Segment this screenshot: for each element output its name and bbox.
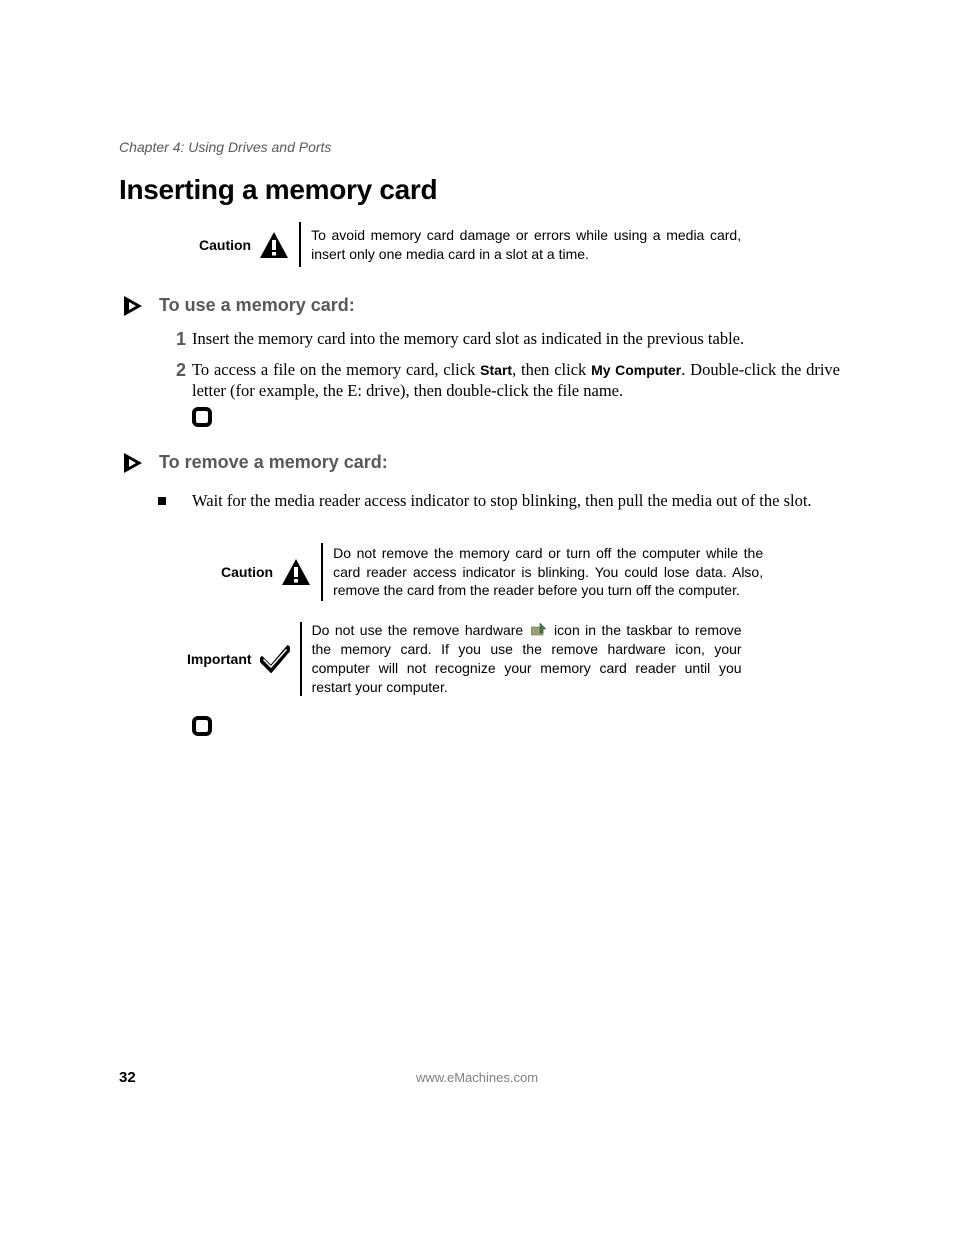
bold-start: Start xyxy=(480,362,512,378)
chapter-header: Chapter 4: Using Drives and Ports xyxy=(119,139,331,155)
bulleted-item-text: Wait for the media reader access indicat… xyxy=(192,490,840,511)
step-number: 2 xyxy=(160,361,186,379)
footer-url: www.eMachines.com xyxy=(0,1070,954,1085)
important-callout: Important Do not use the remove hardware… xyxy=(187,621,742,697)
end-of-procedure-icon xyxy=(191,406,213,433)
step-1: 1 Insert the memory card into the memory… xyxy=(160,328,840,349)
important-checkmark-icon xyxy=(260,645,290,673)
important-text-pre: Do not use the remove hardware xyxy=(312,622,529,638)
caution-text: To avoid memory card damage or errors wh… xyxy=(311,226,741,264)
step-number: 1 xyxy=(160,330,186,348)
arrow-bullet-icon xyxy=(120,294,144,323)
document-page: Chapter 4: Using Drives and Ports Insert… xyxy=(0,0,954,1235)
callout-divider xyxy=(300,622,302,696)
arrow-bullet-icon xyxy=(120,451,144,480)
square-bullet-icon xyxy=(158,497,166,505)
page-title: Inserting a memory card xyxy=(119,174,437,206)
callout-divider xyxy=(321,543,323,601)
caution-text: Do not remove the memory card or turn of… xyxy=(333,544,763,601)
remove-hardware-icon xyxy=(531,623,547,637)
step-body: To access a file on the memory card, cli… xyxy=(192,359,840,402)
important-label: Important xyxy=(187,651,252,667)
important-text: Do not use the remove hardware icon in t… xyxy=(312,621,742,697)
caution-label: Caution xyxy=(199,237,251,253)
section-heading-use: To use a memory card: xyxy=(159,295,355,316)
caution-callout-2: Caution Do not remove the memory card or… xyxy=(221,543,763,601)
caution-icon xyxy=(281,558,311,586)
step-text-mid: , then click xyxy=(512,360,591,379)
step-body: Insert the memory card into the memory c… xyxy=(192,328,840,349)
caution-callout-1: Caution To avoid memory card damage or e… xyxy=(199,222,741,267)
end-of-procedure-icon xyxy=(191,715,213,742)
caution-icon xyxy=(259,231,289,259)
step-text-pre: To access a file on the memory card, cli… xyxy=(192,360,480,379)
bulleted-item: Wait for the media reader access indicat… xyxy=(158,490,840,511)
callout-divider xyxy=(299,222,301,267)
caution-label: Caution xyxy=(221,564,273,580)
section-heading-remove: To remove a memory card: xyxy=(159,452,388,473)
bold-mycomputer: My Computer xyxy=(591,362,681,378)
step-2: 2 To access a file on the memory card, c… xyxy=(160,359,840,402)
